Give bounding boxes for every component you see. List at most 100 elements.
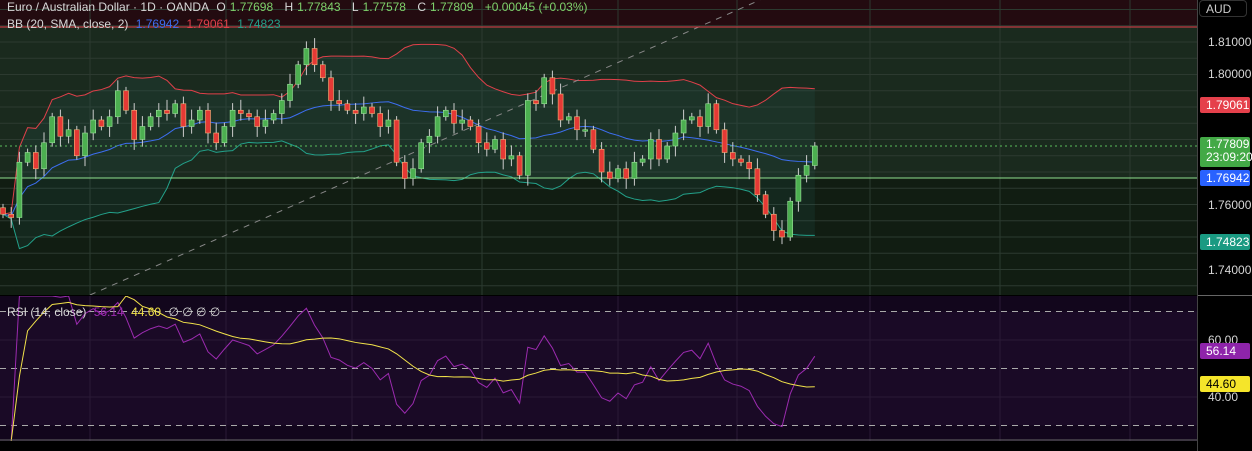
candle-body: [360, 106, 367, 114]
candle-body: [24, 152, 31, 163]
candle-body: [475, 126, 482, 144]
candle-body: [0, 207, 6, 215]
candle-body: [508, 155, 515, 160]
close-label: C: [417, 0, 426, 14]
candle-body: [401, 161, 408, 179]
candle: [74, 125, 80, 160]
candle-body: [574, 116, 580, 131]
candle-body: [721, 129, 728, 153]
candle-body: [352, 109, 359, 114]
price-tick: 1.76000: [1208, 198, 1252, 212]
bb-upper-value: 1.79061: [186, 17, 230, 31]
candle-body: [41, 142, 47, 170]
rsi-tick: 40.00: [1208, 390, 1239, 404]
pane-divider[interactable]: [1198, 295, 1252, 296]
candle-body: [303, 48, 310, 66]
candle-body: [664, 145, 671, 160]
candle-body: [106, 116, 113, 127]
open-number: 1.77698: [229, 0, 274, 14]
change-value: +0.00045 (+0.03%): [484, 0, 588, 14]
candle-body: [779, 230, 785, 238]
candle-body: [336, 100, 343, 105]
candle-body: [565, 116, 572, 121]
candle-body: [680, 119, 687, 134]
candle-body: [647, 139, 654, 160]
last-price-tag: 1.77809 23:09:20: [1200, 137, 1252, 167]
bb-lower-value: 1.74823: [237, 17, 281, 31]
rsi-extra-values: ∅ ∅ ∅ ∅: [168, 305, 221, 319]
candle-body: [410, 168, 416, 179]
candle-body: [590, 129, 597, 150]
candle-body: [82, 132, 88, 157]
candle-body: [754, 168, 761, 196]
price-tick: 1.80000: [1208, 67, 1252, 81]
candle-body: [74, 129, 80, 157]
candle-body: [311, 48, 318, 66]
bb-lower-tag: 1.74823: [1200, 234, 1250, 250]
low-value: L 1.77578: [352, 0, 410, 14]
candle: [295, 60, 302, 89]
rsi-ma-tag: 44.60: [1200, 376, 1250, 392]
candle-body: [492, 139, 498, 150]
candle: [516, 151, 523, 180]
candle-body: [57, 116, 64, 137]
candle-body: [442, 109, 449, 118]
candle: [393, 116, 400, 167]
candle-body: [246, 113, 252, 118]
price-scale[interactable]: AUD 1.81000 1.80000 1.76000 1.74000 1.79…: [1197, 0, 1252, 451]
high-value: H 1.77843: [285, 0, 345, 14]
candle-body: [32, 152, 39, 170]
rsi-label: RSI (14, close): [7, 305, 87, 319]
candle-body: [139, 126, 146, 140]
candle-body: [238, 109, 244, 114]
candle-body: [295, 64, 302, 85]
close-value: C 1.77809: [417, 0, 477, 14]
rsi-ma-value: 44.60: [131, 305, 162, 319]
candle-body: [98, 119, 105, 127]
candle-body: [524, 100, 531, 176]
candle-body: [287, 83, 293, 101]
candle: [49, 112, 56, 147]
candle: [541, 73, 548, 108]
open-value: O 1.77698: [216, 0, 277, 14]
low-number: 1.77578: [362, 0, 406, 14]
candle-body: [557, 93, 564, 121]
candle-body: [582, 129, 589, 132]
bar-countdown: 23:09:20: [1206, 150, 1252, 164]
candle-body: [606, 171, 613, 179]
candle-body: [729, 152, 736, 160]
candle-body: [549, 77, 556, 95]
bb-legend[interactable]: BB (20, SMA, close, 2) 1.76942 1.79061 1…: [7, 17, 285, 31]
candle-body: [147, 116, 154, 127]
candle-body: [688, 116, 695, 121]
candle: [123, 86, 129, 115]
candle-body: [623, 168, 630, 179]
candle-body: [631, 161, 638, 179]
price-pane[interactable]: [0, 0, 1197, 295]
candle-body: [705, 103, 712, 127]
candle-body: [697, 116, 703, 127]
candle-body: [254, 116, 260, 127]
candle-body: [369, 106, 375, 114]
candle-body: [795, 174, 802, 202]
candle-body: [197, 109, 203, 121]
candle-body: [188, 119, 195, 127]
rsi-legend[interactable]: RSI (14, close) 56.14 44.60 ∅ ∅ ∅ ∅: [7, 305, 224, 319]
currency-label[interactable]: AUD: [1199, 0, 1247, 17]
candle-body: [278, 100, 285, 114]
bb-label: BB (20, SMA, close, 2): [7, 17, 129, 31]
candle-body: [393, 119, 400, 163]
candle-body: [229, 109, 236, 127]
rsi-tag: 56.14: [1200, 343, 1250, 359]
candle: [16, 151, 23, 225]
candle-body: [377, 113, 384, 127]
candle-body: [770, 213, 777, 231]
candle-body: [213, 132, 219, 144]
bb-basis-tag: 1.76942: [1200, 170, 1250, 186]
candle: [418, 138, 425, 173]
candle-body: [115, 90, 121, 118]
candle-body: [803, 165, 810, 176]
candle-body: [533, 100, 539, 105]
candle-body: [598, 148, 605, 173]
bb-basis-value: 1.76942: [135, 17, 180, 31]
